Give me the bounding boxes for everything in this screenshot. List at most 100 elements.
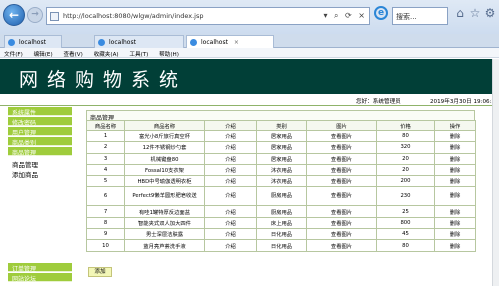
delete-link[interactable]: 删除 (434, 175, 476, 188)
product-name: 蓝月亮芦荟洗手液 (124, 239, 205, 252)
delete-link[interactable]: 删除 (434, 205, 476, 218)
table-header-row: 商品名称 商品名称 介绍 类别 图片 价格 操作 (86, 120, 476, 131)
price: 20 (376, 152, 435, 165)
table-row: 2 12件不锈钢炒勺套 介绍 居家用品 查看图片 320 删除 (86, 141, 476, 154)
intro-link[interactable]: 介绍 (204, 239, 257, 252)
price: 25 (376, 205, 435, 218)
product-name: 智能夹式双人加大四件 (124, 216, 205, 230)
view-image-link[interactable]: 查看图片 (306, 141, 377, 154)
row-index: 5 (86, 175, 125, 188)
column-header: 商品名称 (86, 120, 125, 131)
menu-tools[interactable]: 工具(T) (125, 48, 153, 58)
category: 沐衣用品 (256, 163, 307, 177)
intro-link[interactable]: 介绍 (204, 205, 257, 218)
search-icon[interactable]: ⌕ (334, 11, 338, 20)
intro-link[interactable]: 介绍 (204, 216, 257, 230)
sidebar-subitem-add-product[interactable]: 添加商品 (12, 169, 38, 179)
app-banner: 网络购物系统 (0, 59, 499, 94)
view-image-link[interactable]: 查看图片 (306, 239, 377, 252)
browser-logo-icon: e (374, 6, 388, 20)
intro-link[interactable]: 介绍 (204, 152, 257, 165)
category: 居家用品 (256, 141, 307, 154)
browser-tab-active[interactable]: localhost × (186, 35, 274, 49)
sidebar-item-user-management[interactable]: 用户管理 (8, 127, 72, 137)
address-bar[interactable]: http://localhost:8080/wlgw/admin/index.j… (46, 7, 370, 25)
browser-tab[interactable]: localhost (4, 35, 62, 48)
welcome-text: 您好：系统管理员 (356, 99, 401, 105)
delete-link[interactable]: 删除 (434, 141, 476, 154)
sidebar-item-product-category[interactable]: 商品类别 (8, 137, 72, 147)
intro-link[interactable]: 介绍 (204, 186, 257, 207)
browser-search-input[interactable]: 搜索... (392, 7, 448, 25)
product-name: HBD中号瑜伽透明衣柜 (124, 175, 205, 188)
delete-link[interactable]: 删除 (434, 228, 476, 241)
menu-view[interactable]: 查看(V) (59, 48, 87, 58)
intro-link[interactable]: 介绍 (204, 175, 257, 188)
price: 80 (376, 239, 435, 252)
menu-favorites[interactable]: 收藏夹(A) (90, 48, 124, 58)
sidebar-item-forum[interactable]: 网站论坛 (8, 273, 72, 283)
product-name: Fossal10支衣架 (124, 163, 205, 177)
view-image-link[interactable]: 查看图片 (306, 216, 377, 230)
menu-help[interactable]: 帮助(H) (155, 48, 184, 58)
price: 800 (376, 216, 435, 230)
sidebar-subitem-product-management[interactable]: 商品管理 (12, 159, 38, 169)
view-image-link[interactable]: 查看图片 (306, 186, 377, 207)
view-image-link[interactable]: 查看图片 (306, 205, 377, 218)
back-button[interactable]: ← (3, 4, 25, 26)
favorites-star-icon[interactable]: ☆ (468, 5, 482, 21)
view-image-link[interactable]: 查看图片 (306, 163, 377, 177)
browser-toolbar: ← → http://localhost:8080/wlgw/admin/ind… (0, 0, 499, 34)
table-row: 4 Fossal10支衣架 介绍 沐衣用品 查看图片 20 删除 (86, 163, 476, 177)
view-image-link[interactable]: 查看图片 (306, 175, 377, 188)
page-icon (50, 12, 59, 21)
dropdown-icon[interactable]: ▾ (323, 11, 327, 20)
gear-icon[interactable]: ⚙ (483, 5, 497, 21)
delete-link[interactable]: 删除 (434, 239, 476, 252)
add-product-button[interactable]: 添加 (88, 267, 112, 277)
stop-icon[interactable]: × (358, 11, 365, 20)
table-row: 6 Perfect9懒羊圆形肥皂收送 介绍 厨房用品 查看图片 230 删除 (86, 186, 476, 207)
row-index: 10 (86, 239, 125, 252)
product-name: 机械键盘80 (124, 152, 205, 165)
url-text[interactable]: http://localhost:8080/wlgw/admin/index.j… (63, 12, 204, 20)
delete-link[interactable]: 删除 (434, 163, 476, 177)
table-row: 3 机械键盘80 介绍 居家用品 查看图片 20 删除 (86, 152, 476, 165)
row-index: 2 (86, 141, 125, 154)
column-header: 商品名称 (124, 120, 205, 131)
intro-link[interactable]: 介绍 (204, 163, 257, 177)
price: 80 (376, 129, 435, 143)
intro-link[interactable]: 介绍 (204, 129, 257, 143)
view-image-link[interactable]: 查看图片 (306, 129, 377, 143)
tab-label: localhost (201, 39, 228, 46)
main-content: 商品管理 商品名称 商品名称 介绍 类别 图片 价格 操作 1 富光小8斤旅行真空… (86, 110, 476, 286)
delete-link[interactable]: 删除 (434, 216, 476, 230)
home-icon[interactable]: ⌂ (453, 5, 467, 21)
intro-link[interactable]: 介绍 (204, 228, 257, 241)
intro-link[interactable]: 介绍 (204, 141, 257, 154)
refresh-icon[interactable]: ⟳ (345, 11, 352, 20)
column-header: 图片 (306, 120, 377, 131)
sidebar-item-system-properties[interactable]: 系统属性 (8, 107, 72, 117)
menu-file[interactable]: 文件(F) (0, 48, 28, 58)
browser-tab[interactable]: localhost (94, 35, 184, 48)
tab-label: localhost (19, 39, 46, 46)
column-header: 价格 (376, 120, 435, 131)
view-image-link[interactable]: 查看图片 (306, 228, 377, 241)
sidebar-item-product-management[interactable]: 商品管理 (8, 147, 72, 157)
menu-edit[interactable]: 编辑(E) (30, 48, 58, 58)
scrollbar[interactable] (492, 59, 499, 286)
sidebar: 系统属性 修改密码 用户管理 商品类别 商品管理 商品管理 添加商品 订单管理 … (8, 107, 72, 286)
delete-link[interactable]: 删除 (434, 129, 476, 143)
app-title: 网络购物系统 (19, 69, 188, 91)
close-icon[interactable]: × (234, 39, 239, 46)
sidebar-item-change-password[interactable]: 修改密码 (8, 117, 72, 127)
forward-button[interactable]: → (27, 7, 43, 23)
delete-link[interactable]: 删除 (434, 186, 476, 207)
tab-favicon-icon (98, 39, 105, 46)
view-image-link[interactable]: 查看图片 (306, 152, 377, 165)
delete-link[interactable]: 删除 (434, 152, 476, 165)
sidebar-item-order-management[interactable]: 订单管理 (8, 263, 72, 273)
column-header: 类别 (256, 120, 307, 131)
tab-favicon-icon (190, 39, 197, 46)
